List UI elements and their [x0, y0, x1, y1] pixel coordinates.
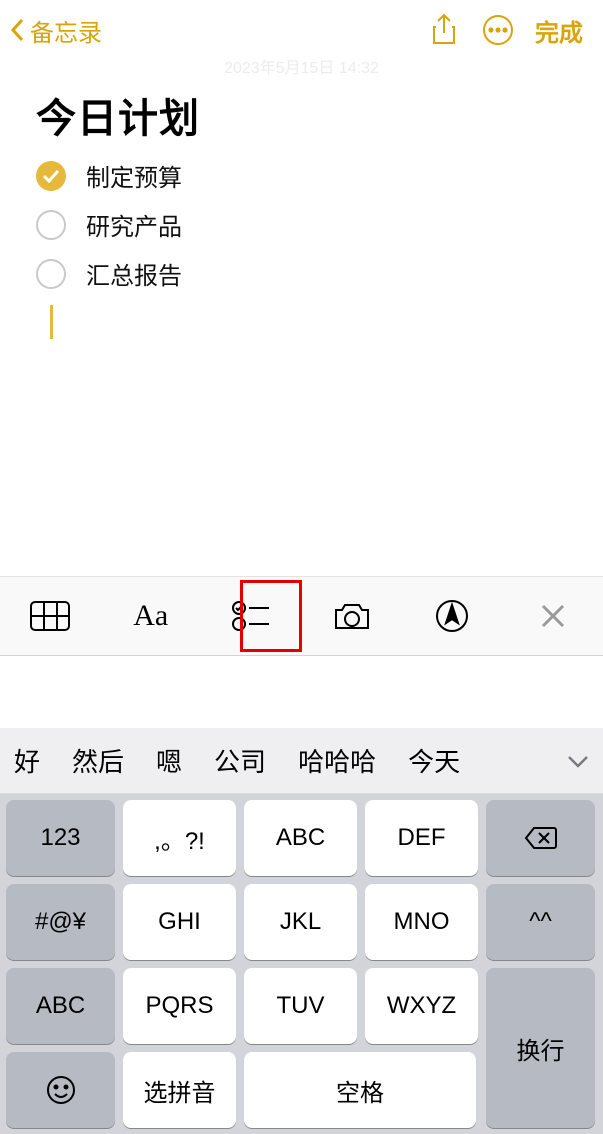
key-def[interactable]: DEF	[365, 800, 478, 876]
key-jkl[interactable]: JKL	[244, 884, 357, 960]
key-backspace[interactable]	[486, 800, 595, 876]
checklist-text[interactable]: 研究产品	[86, 207, 182, 242]
backspace-icon	[524, 826, 558, 850]
text-format-button[interactable]: Aa	[101, 577, 202, 655]
candidate[interactable]: 哈哈哈	[298, 742, 376, 779]
key-wxyz[interactable]: WXYZ	[365, 968, 478, 1044]
key-abc1[interactable]: ABC	[244, 800, 357, 876]
back-label: 备忘录	[30, 13, 102, 48]
emoji-icon	[46, 1075, 76, 1105]
checklist-row: 汇总报告	[36, 256, 567, 291]
keyboard: 好 然后 嗯 公司 哈哈哈 今天 123 ,。?! ABC DEF #@¥ GH…	[0, 728, 603, 1134]
text-cursor	[50, 305, 53, 339]
checklist-bullet[interactable]	[36, 161, 66, 191]
chevron-left-icon	[10, 18, 24, 42]
close-keyboard-button[interactable]	[503, 577, 603, 655]
candidate[interactable]: 公司	[214, 742, 266, 779]
candidate[interactable]: 好	[14, 742, 40, 779]
more-icon	[482, 14, 514, 46]
checklist-button[interactable]	[201, 577, 302, 655]
key-space[interactable]: 空格	[244, 1052, 476, 1128]
markup-button[interactable]	[402, 577, 503, 655]
camera-button[interactable]	[302, 577, 403, 655]
camera-icon	[332, 600, 372, 632]
checklist-text[interactable]: 制定预算	[86, 158, 182, 193]
note-body[interactable]: 今日计划 制定预算研究产品汇总报告	[0, 78, 603, 339]
candidate[interactable]: 今天	[408, 742, 460, 779]
format-toolbar: Aa	[0, 576, 603, 656]
note-title: 今日计划	[36, 86, 567, 144]
checklist-row: 制定预算	[36, 158, 567, 193]
markup-icon	[435, 599, 469, 633]
candidate[interactable]: 嗯	[156, 742, 182, 779]
checklist-row: 研究产品	[36, 207, 567, 242]
key-pqrs[interactable]: PQRS	[123, 968, 236, 1044]
chevron-down-icon	[567, 755, 589, 769]
checklist-bullet[interactable]	[36, 210, 66, 240]
table-button[interactable]	[0, 577, 101, 655]
key-ghi[interactable]: GHI	[123, 884, 236, 960]
key-tuv[interactable]: TUV	[244, 968, 357, 1044]
key-punct[interactable]: ,。?!	[123, 800, 236, 876]
key-symbols[interactable]: #@¥	[6, 884, 115, 960]
checklist-text[interactable]: 汇总报告	[86, 256, 182, 291]
key-emoji[interactable]	[6, 1052, 115, 1128]
key-123[interactable]: 123	[6, 800, 115, 876]
table-icon	[30, 601, 70, 631]
checklist-icon	[231, 600, 271, 632]
done-button[interactable]: 完成	[525, 13, 593, 48]
expand-candidates[interactable]	[567, 745, 589, 776]
key-face[interactable]: ^^	[486, 884, 595, 960]
close-icon	[540, 603, 566, 629]
candidate[interactable]: 然后	[72, 742, 124, 779]
key-mno[interactable]: MNO	[365, 884, 478, 960]
checklist-bullet[interactable]	[36, 259, 66, 289]
back-button[interactable]: 备忘录	[10, 13, 102, 48]
candidate-bar: 好 然后 嗯 公司 哈哈哈 今天	[0, 728, 603, 794]
share-button[interactable]	[417, 8, 471, 52]
key-mode-abc[interactable]: ABC	[6, 968, 115, 1044]
key-pinyin[interactable]: 选拼音	[123, 1052, 236, 1128]
key-return[interactable]: 换行	[486, 968, 595, 1128]
note-date: 2023年5月15日 14:32	[0, 54, 603, 78]
more-button[interactable]	[471, 8, 525, 52]
share-icon	[430, 13, 458, 47]
